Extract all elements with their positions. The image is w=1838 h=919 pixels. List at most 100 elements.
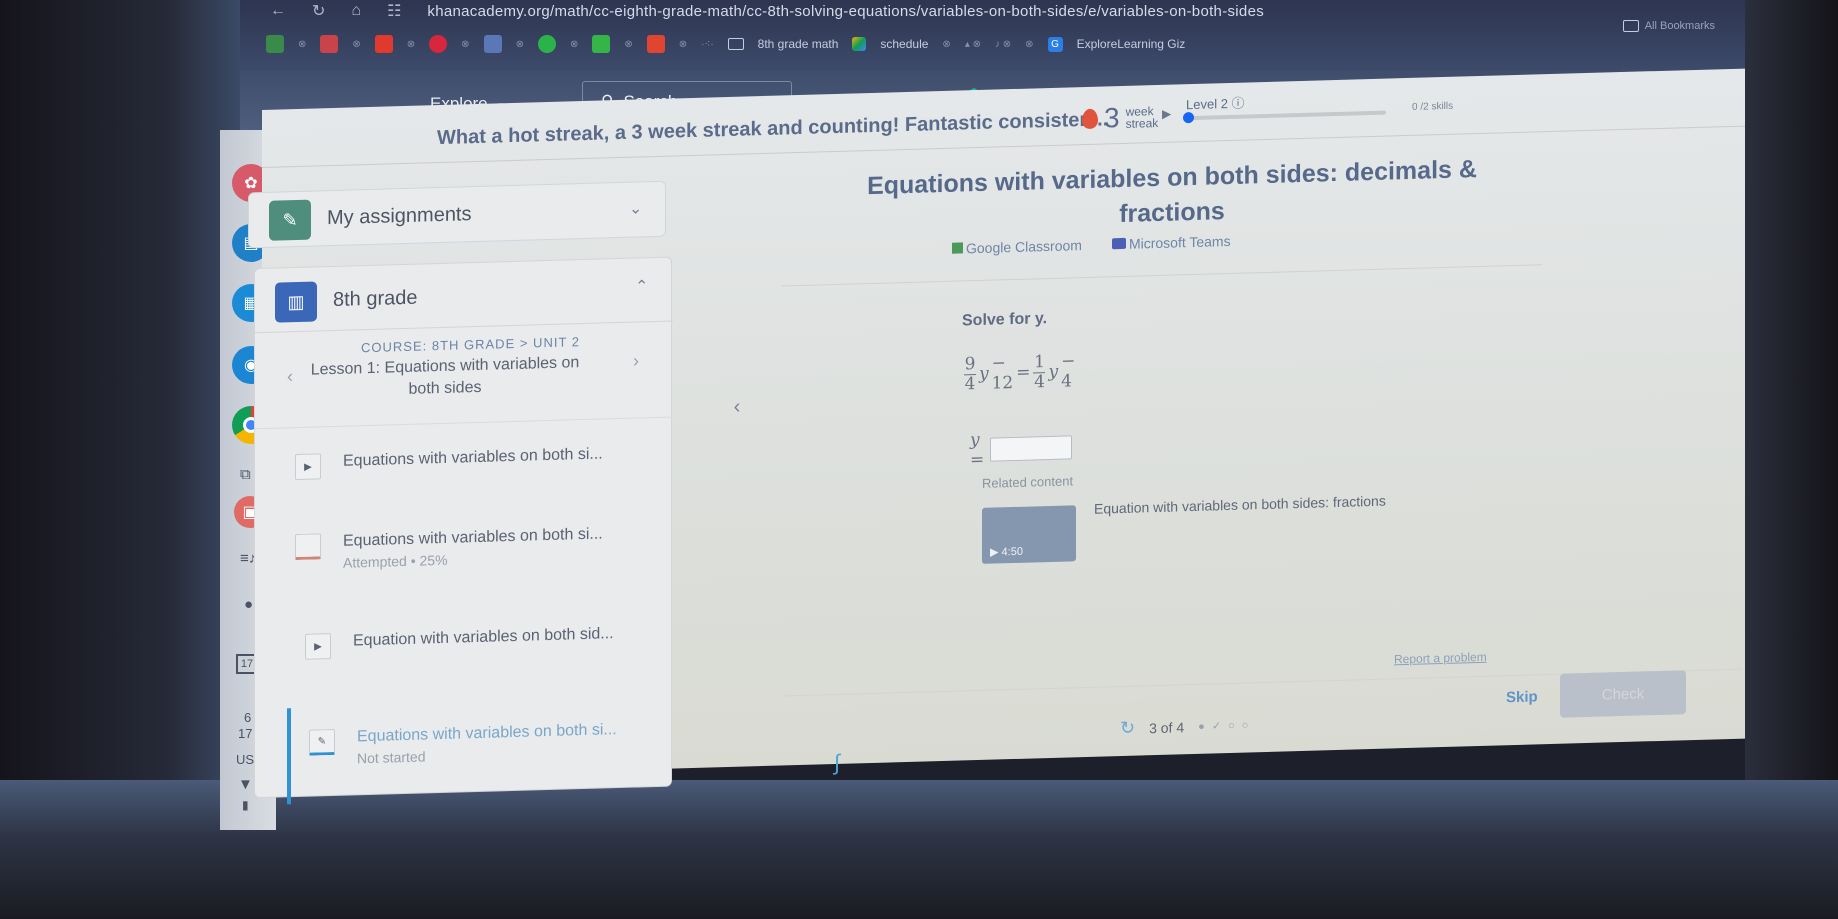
bookmark-folder-8th-grade-math[interactable]: 8th grade math [758,37,839,51]
problem-area: Solve for y. 94 y − 12 = 14 y − 4 y = [962,310,1075,470]
gizmos-icon: G [1047,36,1063,52]
google-classroom-link[interactable]: Google Classroom [952,237,1082,257]
level-progress[interactable]: ▶ Level 2 ⓘ 0 /2 skills [1162,84,1542,124]
assignment-icon: ✎ [269,199,311,241]
calendar-day: 17 [240,658,254,670]
related-video-title[interactable]: Equation with variables on both sides: f… [1094,493,1386,517]
bookmark-youtube-icon[interactable] [374,35,393,53]
report-problem-link[interactable]: Report a problem [1394,650,1487,667]
my-assignments-label: My assignments [327,203,472,230]
video-play-icon: ▶ [305,633,331,660]
bookmark-pinterest-icon[interactable] [429,35,448,53]
streak-counter[interactable]: 3 week streak [1082,101,1158,135]
streak-number: 3 [1104,102,1120,134]
back-icon[interactable]: ← [270,2,286,20]
sync-icon: ⊗ [624,38,633,50]
clock-minute: 17 [238,726,253,741]
screenshot-icon[interactable]: ⧉ [240,466,251,483]
answer-input[interactable] [990,435,1073,462]
lesson-item[interactable]: ▶ Equations with variables on both si... [295,445,603,481]
lesson-item-title: Equations with variables on both si... [343,445,603,470]
bookmark-small-icon[interactable]: ▴ ⊗ [965,39,981,50]
course-header[interactable]: ▥ 8th grade ⌃ [255,257,673,334]
sync-icon: ⊗ [515,38,524,50]
all-bookmarks[interactable]: All Bookmarks [1622,20,1715,32]
lesson-item-status: Attempted • 25% [343,551,448,571]
scratchpad-icon[interactable]: ∫ [834,750,840,776]
sync-icon: ⊗ [298,38,307,50]
previous-lesson-icon[interactable]: ‹ [287,366,293,387]
sync-icon: ⊗ [942,38,951,50]
sync-icon: ⊗ [406,38,416,50]
sync-icon: ⊗ [352,38,361,50]
lesson-item-title: Equation with variables on both sid... [353,625,614,650]
wifi-icon[interactable]: ▼ [238,776,253,793]
lesson-title: Lesson 1: Equations with variables on bo… [310,354,580,398]
restart-icon[interactable]: ↻ [1120,718,1135,739]
equals-sign: = [1016,362,1031,383]
bookmarks-bar: ⊗ ⊗ ⊗ ⊗ ⊗ ⊗ ⊗ ⊗ ·⁖· 8th grade math sched… [266,32,1185,56]
problem-prompt: Solve for y. [962,310,1048,330]
level-knob [1183,111,1194,124]
lesson-item[interactable]: ▶ Equation with variables on both sid... [305,625,614,660]
my-assignments-card[interactable]: ✎ My assignments ⌄ [248,180,666,249]
streak-unit: week streak [1126,104,1159,131]
numerator: 1 [1034,351,1045,372]
skills-count: 0 /2 skills [1412,100,1454,113]
bookmark-site-icon[interactable] [483,35,502,53]
lesson-item: ✎ Equations with variables on both si...… [309,721,617,768]
google-classroom-icon [952,242,963,254]
constant: − 4 [1061,351,1076,392]
lesson-item-active[interactable]: ✎ Equations with variables on both si...… [255,698,673,806]
caret-right-icon: ▶ [1162,106,1172,121]
address-row: ← ↻ ⌂ ☷ khanacademy.org/math/cc-eighth-g… [270,0,1264,22]
bookmark-news-icon[interactable] [320,35,339,53]
bookmark-app-icon[interactable] [646,35,665,53]
microsoft-teams-icon [1111,237,1126,250]
upload-icon[interactable]: ● [244,596,253,613]
bookmark-classroom-icon[interactable] [266,35,284,53]
share-options: Google Classroom Microsoft Teams [952,233,1231,257]
check-button[interactable]: Check [1560,670,1686,718]
next-lesson-icon[interactable]: › [633,350,639,371]
fraction-rhs: 14 [1033,351,1046,392]
home-icon[interactable]: ⌂ [351,2,361,20]
flame-icon [1082,108,1098,130]
course-label: 8th grade [333,286,418,312]
variable: y [1048,361,1059,383]
lesson-item-status: Not started [357,748,426,767]
battery-icon[interactable]: ▮ [242,798,249,812]
microsoft-teams-link[interactable]: Microsoft Teams [1111,233,1231,252]
related-content-label: Related content [982,473,1074,491]
bookmark-dots-icon[interactable]: ·⁖· [701,39,714,50]
bookmark-spotify-icon[interactable] [537,35,556,53]
play-icon: ▶ [990,546,999,559]
address-bar[interactable]: khanacademy.org/math/cc-eighth-grade-mat… [427,3,1264,20]
book-icon: ▥ [275,281,317,323]
bookmark-explorelearning[interactable]: ExploreLearning Giz [1077,37,1186,51]
locale-indicator[interactable]: US [236,752,254,767]
streak-message: What a hot streak, a 3 week streak and c… [437,108,1109,150]
constant: − 12 [991,353,1014,394]
drive-icon [852,37,867,51]
bookmark-small-icon[interactable]: ♪ ⊗ [995,39,1011,50]
site-info-icon[interactable]: ☷ [387,1,401,21]
answer-row: y = [970,427,1073,470]
browser-chrome: ← ↻ ⌂ ☷ khanacademy.org/math/cc-eighth-g… [240,0,1745,70]
denominator: 4 [1034,371,1045,392]
progress-dots: ● ✓ ○ ○ [1198,719,1251,733]
lesson-item[interactable]: Equations with variables on both si... A… [295,525,603,572]
progress-text: 3 of 4 [1149,718,1185,736]
skip-button[interactable]: Skip [1506,688,1538,706]
lesson-item-title: Equations with variables on both si... [357,721,617,746]
duration-label: 4:50 [1001,545,1023,559]
sync-icon: ⊗ [1025,38,1034,50]
bookmark-arrows-icon[interactable] [592,35,611,53]
bookmark-schedule[interactable]: schedule [880,37,928,51]
reload-icon[interactable]: ↻ [312,1,325,21]
video-duration: ▶ 4:50 [990,545,1023,559]
lesson-item-title: Equations with variables on both si... [343,525,603,550]
collapse-sidebar-button[interactable]: ‹ [722,386,752,427]
denominator: 4 [964,373,976,394]
video-thumbnail[interactable]: ▶ 4:50 [982,505,1076,564]
